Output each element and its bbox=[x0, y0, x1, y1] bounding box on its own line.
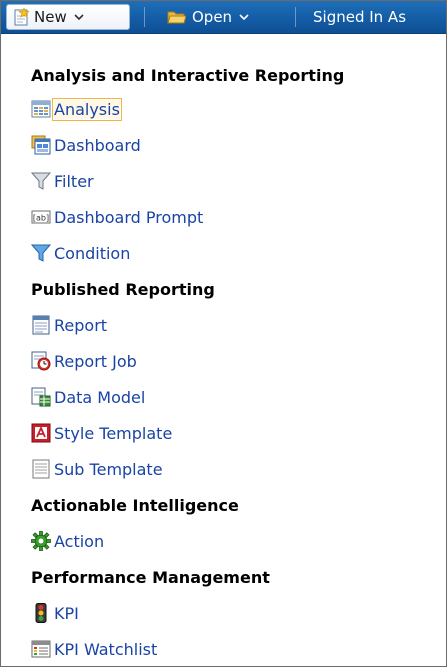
menu-item-sub-template[interactable]: Sub Template bbox=[31, 454, 163, 484]
menu-item-label: Style Template bbox=[54, 423, 173, 443]
section-header-actionable-intelligence: Actionable Intelligence bbox=[31, 496, 239, 515]
menu-item-dashboard-prompt[interactable]: [ab] Dashboard Prompt bbox=[31, 202, 203, 232]
chevron-down-icon bbox=[239, 14, 249, 21]
toolbar-separator bbox=[295, 7, 296, 27]
new-document-icon bbox=[14, 8, 30, 26]
open-menu-button[interactable]: Open bbox=[167, 4, 250, 30]
menu-item-kpi-watchlist[interactable]: KPI Watchlist bbox=[31, 634, 157, 664]
menu-item-style-template[interactable]: Style Template bbox=[31, 418, 172, 448]
menu-item-label: Sub Template bbox=[54, 459, 163, 479]
filter-icon bbox=[31, 172, 51, 190]
folder-icon bbox=[167, 11, 186, 24]
data-model-icon bbox=[31, 387, 51, 407]
menu-item-label: Condition bbox=[54, 243, 131, 263]
svg-text:[ab]: [ab] bbox=[33, 214, 49, 223]
menu-item-analysis[interactable]: Analysis bbox=[31, 94, 122, 124]
section-header-analysis: Analysis and Interactive Reporting bbox=[31, 66, 345, 85]
menu-item-label: Data Model bbox=[54, 387, 146, 407]
menu-item-report[interactable]: Report bbox=[31, 310, 107, 340]
new-label: New bbox=[34, 8, 67, 26]
menu-item-label: Action bbox=[54, 531, 105, 551]
menu-item-data-model[interactable]: Data Model bbox=[31, 382, 145, 412]
action-gear-icon bbox=[31, 531, 51, 551]
style-template-icon bbox=[31, 423, 51, 443]
menu-item-label: Dashboard Prompt bbox=[54, 207, 204, 227]
menu-item-filter[interactable]: Filter bbox=[31, 166, 94, 196]
chevron-down-icon bbox=[74, 14, 84, 21]
menu-item-report-job[interactable]: Report Job bbox=[31, 346, 137, 376]
report-job-icon bbox=[31, 351, 51, 371]
menu-item-label: KPI bbox=[54, 603, 79, 623]
menu-item-label: Report bbox=[54, 315, 108, 335]
menu-item-kpi[interactable]: KPI bbox=[31, 598, 79, 628]
menu-item-dashboard[interactable]: Dashboard bbox=[31, 130, 141, 160]
toolbar-separator bbox=[144, 7, 145, 27]
new-menu-button[interactable]: New bbox=[6, 4, 130, 30]
sub-template-icon bbox=[32, 459, 50, 479]
signed-in-as-menu[interactable]: Signed In As bbox=[313, 4, 406, 30]
menu-item-label: Filter bbox=[54, 171, 94, 191]
menu-item-label: Report Job bbox=[54, 351, 137, 371]
signed-in-as-label: Signed In As bbox=[313, 8, 407, 26]
kpi-traffic-light-icon bbox=[35, 603, 47, 623]
kpi-watchlist-icon bbox=[31, 640, 51, 658]
menu-item-label: Analysis bbox=[52, 97, 122, 121]
new-menu-panel: New Open Signed In As Analysis and Inter… bbox=[0, 0, 447, 667]
section-header-performance-management: Performance Management bbox=[31, 568, 270, 587]
dashboard-icon bbox=[31, 135, 51, 155]
report-icon bbox=[32, 315, 50, 335]
section-header-published-reporting: Published Reporting bbox=[31, 280, 215, 299]
menu-item-condition[interactable]: Condition bbox=[31, 238, 130, 268]
menu-item-action[interactable]: Action bbox=[31, 526, 104, 556]
dashboard-prompt-icon: [ab] bbox=[31, 210, 51, 224]
analysis-icon bbox=[31, 100, 51, 118]
menu-item-label: Dashboard bbox=[54, 135, 141, 155]
condition-icon bbox=[31, 244, 51, 262]
menu-item-label: KPI Watchlist bbox=[54, 639, 158, 659]
open-label: Open bbox=[192, 8, 233, 26]
global-toolbar: New Open Signed In As bbox=[1, 1, 446, 34]
